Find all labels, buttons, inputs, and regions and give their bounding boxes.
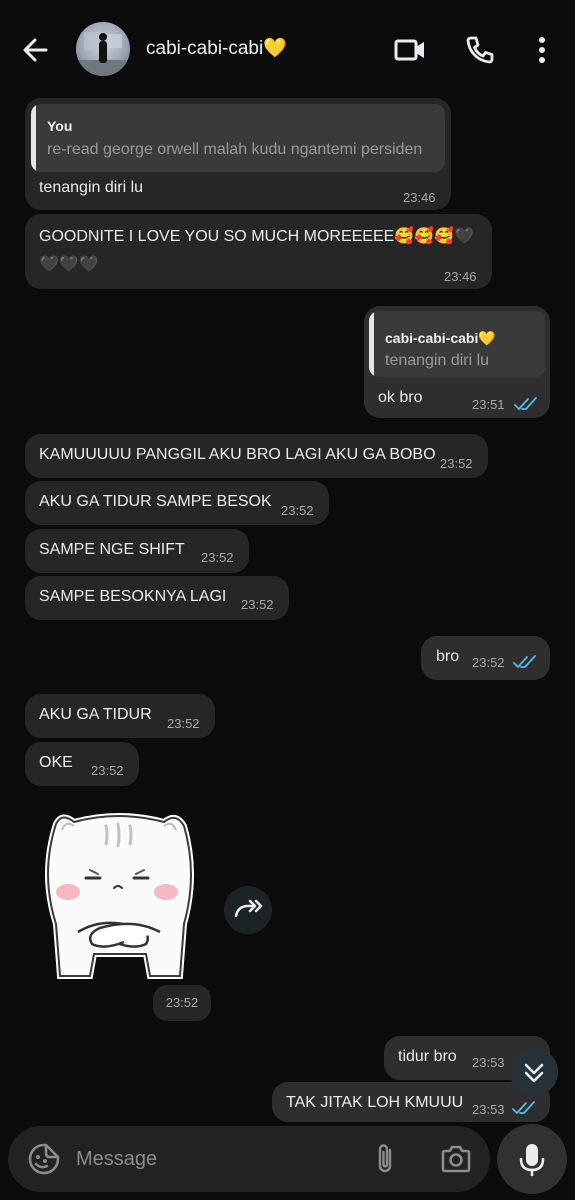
mic-icon xyxy=(519,1144,545,1177)
quote-text: re-read george orwell malah kudu ngantem… xyxy=(47,141,423,158)
sticker-sleepy-cat[interactable] xyxy=(34,804,204,984)
message-time: 23:52 xyxy=(472,655,505,670)
quoted-message[interactable]: You re-read george orwell malah kudu nga… xyxy=(31,104,445,172)
message-text: AKU GA TIDUR xyxy=(39,706,152,723)
message-bubble[interactable]: GOODNITE I LOVE YOU SO MUCH MOREEEEE🥰🥰🥰🖤… xyxy=(25,214,492,289)
message-text: tidur bro xyxy=(398,1048,457,1065)
forward-icon xyxy=(234,899,263,918)
double-check-icon xyxy=(512,1101,535,1114)
message-time: 23:51 xyxy=(472,397,505,412)
message-time: 23:46 xyxy=(403,190,436,205)
message-bubble[interactable]: You re-read george orwell malah kudu nga… xyxy=(25,98,451,210)
more-options-button[interactable] xyxy=(522,30,562,70)
phone-icon xyxy=(466,36,494,64)
quoted-message[interactable]: cabi-cabi-cabi💛 tenangin diri lu xyxy=(369,311,545,377)
quote-author: cabi-cabi-cabi💛 xyxy=(385,330,496,346)
quote-text: tenangin diri lu xyxy=(385,352,490,369)
more-vert-icon xyxy=(539,37,545,63)
message-time: 23:52 xyxy=(440,456,473,471)
message-text: KAMUUUUU PANGGIL AKU BRO LAGI AKU GA BOB… xyxy=(39,446,436,463)
message-bubble[interactable]: OKE 23:52 xyxy=(25,742,139,786)
message-bubble[interactable]: SAMPE NGE SHIFT 23:52 xyxy=(25,529,249,573)
attach-button[interactable] xyxy=(368,1141,404,1177)
message-time: 23:46 xyxy=(444,269,477,284)
message-bubble[interactable]: cabi-cabi-cabi💛 tenangin diri lu ok bro … xyxy=(364,306,550,418)
double-chevron-down-icon xyxy=(524,1063,544,1083)
back-button[interactable] xyxy=(16,30,56,70)
message-input[interactable] xyxy=(76,1144,356,1174)
quote-bar xyxy=(369,311,374,377)
message-text: tenangin diri lu xyxy=(39,179,144,196)
message-text: OKE xyxy=(39,754,73,771)
message-text: TAK JITAK LOH KMUUU xyxy=(286,1094,464,1111)
message-composer xyxy=(8,1126,490,1192)
double-check-icon xyxy=(513,655,536,668)
message-time: 23:52 xyxy=(167,716,200,731)
video-call-button[interactable] xyxy=(390,30,430,70)
cat-sticker-image xyxy=(45,813,194,979)
message-bubble[interactable]: TAK JITAK LOH KMUUU 23:53 xyxy=(272,1082,550,1122)
message-time: 23:52 xyxy=(281,503,314,518)
paperclip-icon xyxy=(378,1144,392,1173)
message-bubble[interactable]: AKU GA TIDUR SAMPE BESOK 23:52 xyxy=(25,481,329,525)
message-time: 23:53 xyxy=(472,1102,505,1117)
forward-button[interactable] xyxy=(224,886,272,934)
camera-button[interactable] xyxy=(438,1141,474,1177)
avatar-image xyxy=(76,32,130,76)
message-time: 23:52 xyxy=(241,597,274,612)
message-text: SAMPE BESOKNYA LAGI xyxy=(39,588,227,605)
sticker-time: 23:52 xyxy=(153,985,211,1021)
message-text: bro xyxy=(436,648,460,665)
message-bubble[interactable]: SAMPE BESOKNYA LAGI 23:52 xyxy=(25,576,289,620)
message-text: SAMPE NGE SHIFT xyxy=(39,541,185,558)
message-bubble[interactable]: bro 23:52 xyxy=(421,636,550,680)
emoji-sticker-button[interactable] xyxy=(26,1141,62,1177)
quote-bar xyxy=(31,104,36,172)
contact-name[interactable]: cabi-cabi-cabi💛 xyxy=(146,36,287,60)
arrow-left-icon xyxy=(23,38,48,62)
message-bubble[interactable]: KAMUUUUU PANGGIL AKU BRO LAGI AKU GA BOB… xyxy=(25,434,488,478)
contact-avatar[interactable] xyxy=(76,22,130,76)
message-time: 23:52 xyxy=(91,763,124,778)
voice-message-button[interactable] xyxy=(497,1124,567,1194)
quote-author: You xyxy=(47,118,73,134)
message-text-line-2: 🖤🖤🖤 xyxy=(39,256,99,273)
camera-icon xyxy=(441,1145,471,1173)
scroll-to-bottom-button[interactable] xyxy=(510,1048,558,1096)
message-text: GOODNITE I LOVE YOU SO MUCH MOREEEEE🥰🥰🥰🖤 xyxy=(39,228,475,245)
sticker-icon xyxy=(28,1143,60,1175)
chat-header: cabi-cabi-cabi💛 xyxy=(0,0,575,96)
double-check-icon xyxy=(514,397,537,410)
voice-call-button[interactable] xyxy=(460,30,500,70)
message-time: 23:52 xyxy=(201,550,234,565)
message-time: 23:53 xyxy=(472,1055,505,1070)
message-bubble[interactable]: AKU GA TIDUR 23:52 xyxy=(25,694,215,738)
video-call-icon xyxy=(394,39,424,61)
message-text: ok bro xyxy=(378,389,423,406)
message-text: AKU GA TIDUR SAMPE BESOK xyxy=(39,493,272,510)
